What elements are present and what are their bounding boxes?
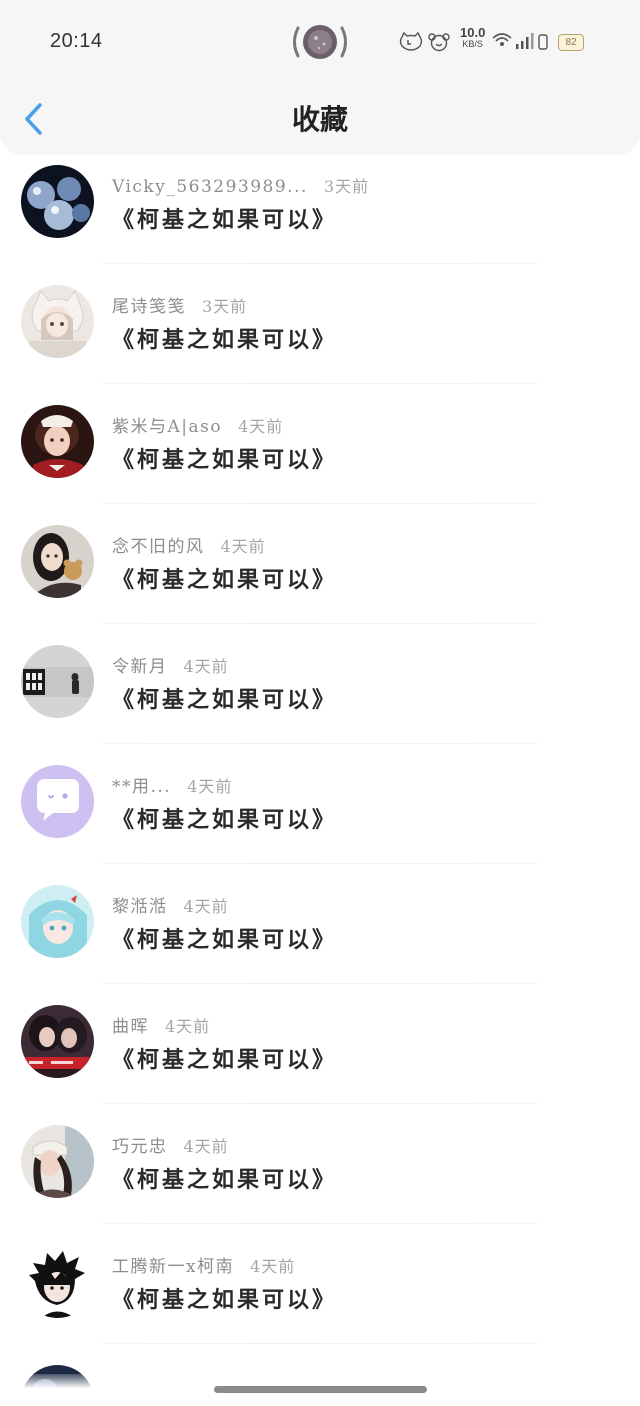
list-item[interactable]: 紫米与A|aso 4天前 《柯基之如果可以》 [0, 384, 640, 504]
item-meta: Vicky_563293989... 3天前 [112, 175, 369, 199]
time-ago: 4天前 [183, 897, 229, 916]
item-meta: 念不旧的风 4天前 [112, 535, 266, 559]
work-title[interactable]: 《柯基之如果可以》 [112, 804, 337, 836]
avatar[interactable] [21, 1125, 94, 1198]
username[interactable]: 曲晖 [112, 1017, 149, 1037]
network-speed-unit: KB/S [462, 39, 483, 49]
work-title[interactable]: 《柯基之如果可以》 [112, 684, 337, 716]
list-item[interactable]: 念不旧的风 4天前 《柯基之如果可以》 [0, 504, 640, 624]
network-speed-value: 10.0 [460, 25, 486, 40]
username[interactable]: 令新月 [112, 657, 168, 677]
work-title[interactable]: 《柯基之如果可以》 [112, 1164, 337, 1196]
screen-recording-indicator [290, 22, 350, 62]
favorites-page: 20:14 10.0 KB/S 82 收藏 Vicky_563293989...… [0, 0, 640, 1406]
signal-icon [516, 33, 534, 49]
favorites-list[interactable]: Vicky_563293989... 3天前 《柯基之如果可以》 尾诗笺笺 3天… [0, 144, 640, 1406]
work-title[interactable]: 《柯基之如果可以》 [112, 924, 337, 956]
time-ago: 3天前 [202, 297, 248, 316]
wifi-icon [492, 33, 512, 46]
time-ago: 4天前 [238, 417, 284, 436]
username[interactable]: Vicky_563293989... [112, 177, 308, 197]
status-icons: 10.0 KB/S 82 [398, 25, 588, 54]
time-ago: 4天前 [250, 1257, 296, 1276]
avatar[interactable] [21, 165, 94, 238]
username[interactable]: 巧元忠 [112, 1137, 168, 1157]
time-ago: 4天前 [183, 657, 229, 676]
username[interactable]: **用... [112, 777, 171, 797]
list-item[interactable]: **用... 4天前 《柯基之如果可以》 [0, 744, 640, 864]
home-indicator[interactable] [214, 1386, 427, 1393]
time-ago: 4天前 [165, 1017, 211, 1036]
username[interactable]: 念不旧的风 [112, 537, 205, 557]
list-item[interactable]: 黎湉湉 4天前 《柯基之如果可以》 [0, 864, 640, 984]
avatar[interactable] [21, 525, 94, 598]
header: 20:14 10.0 KB/S 82 收藏 [0, 0, 640, 154]
work-title[interactable]: 《柯基之如果可以》 [112, 324, 337, 356]
page-title: 收藏 [291, 103, 348, 136]
avatar[interactable] [21, 1005, 94, 1078]
item-meta: 工腾新一x柯南 4天前 [112, 1255, 295, 1279]
status-time: 20:14 [50, 30, 103, 52]
work-title[interactable]: 《柯基之如果可以》 [112, 1044, 337, 1076]
item-meta: 黎湉湉 4天前 [112, 895, 229, 919]
username[interactable]: 紫米与A|aso [112, 417, 222, 437]
avatar[interactable] [21, 765, 94, 838]
bear-icon [428, 33, 450, 52]
work-title[interactable]: 《柯基之如果可以》 [112, 564, 337, 596]
list-item[interactable]: 令新月 4天前 《柯基之如果可以》 [0, 624, 640, 744]
avatar[interactable] [21, 1245, 94, 1318]
item-meta: 令新月 4天前 [112, 655, 229, 679]
work-title[interactable]: 《柯基之如果可以》 [112, 1284, 337, 1316]
list-item[interactable]: 尾诗笺笺 3天前 《柯基之如果可以》 [0, 264, 640, 384]
avatar[interactable] [21, 885, 94, 958]
list-item[interactable]: Vicky_563293989... 3天前 《柯基之如果可以》 [0, 144, 640, 264]
battery-icon: 82 [558, 34, 584, 51]
back-button[interactable] [18, 100, 52, 140]
username[interactable]: 黎湉湉 [112, 897, 168, 917]
status-bar: 20:14 10.0 KB/S 82 [0, 0, 640, 84]
item-meta: 巧元忠 4天前 [112, 1135, 229, 1159]
avatar[interactable] [21, 645, 94, 718]
time-ago: 4天前 [220, 537, 266, 556]
time-ago: 4天前 [183, 1137, 229, 1156]
username[interactable]: 工腾新一x柯南 [112, 1257, 234, 1277]
username[interactable]: 尾诗笺笺 [112, 297, 186, 317]
time-ago: 4天前 [187, 777, 233, 796]
work-title[interactable]: 《柯基之如果可以》 [112, 444, 337, 476]
list-item[interactable]: 曲晖 4天前 《柯基之如果可以》 [0, 984, 640, 1104]
list-item[interactable]: 工腾新一x柯南 4天前 《柯基之如果可以》 [0, 1224, 640, 1344]
item-meta: 曲晖 4天前 [112, 1015, 210, 1039]
item-meta: **用... 4天前 [112, 775, 232, 799]
item-meta: 尾诗笺笺 3天前 [112, 295, 247, 319]
vibrate-icon [538, 34, 548, 50]
avatar[interactable] [21, 285, 94, 358]
work-title[interactable]: 《柯基之如果可以》 [112, 204, 337, 236]
list-item[interactable]: 巧元忠 4天前 《柯基之如果可以》 [0, 1104, 640, 1224]
chevron-left-icon[interactable] [18, 100, 52, 140]
item-meta: 紫米与A|aso 4天前 [112, 415, 283, 439]
time-ago: 3天前 [323, 177, 370, 196]
cat-icon [399, 32, 423, 51]
network-speed: 10.0 KB/S [460, 25, 486, 49]
avatar[interactable] [21, 405, 94, 478]
